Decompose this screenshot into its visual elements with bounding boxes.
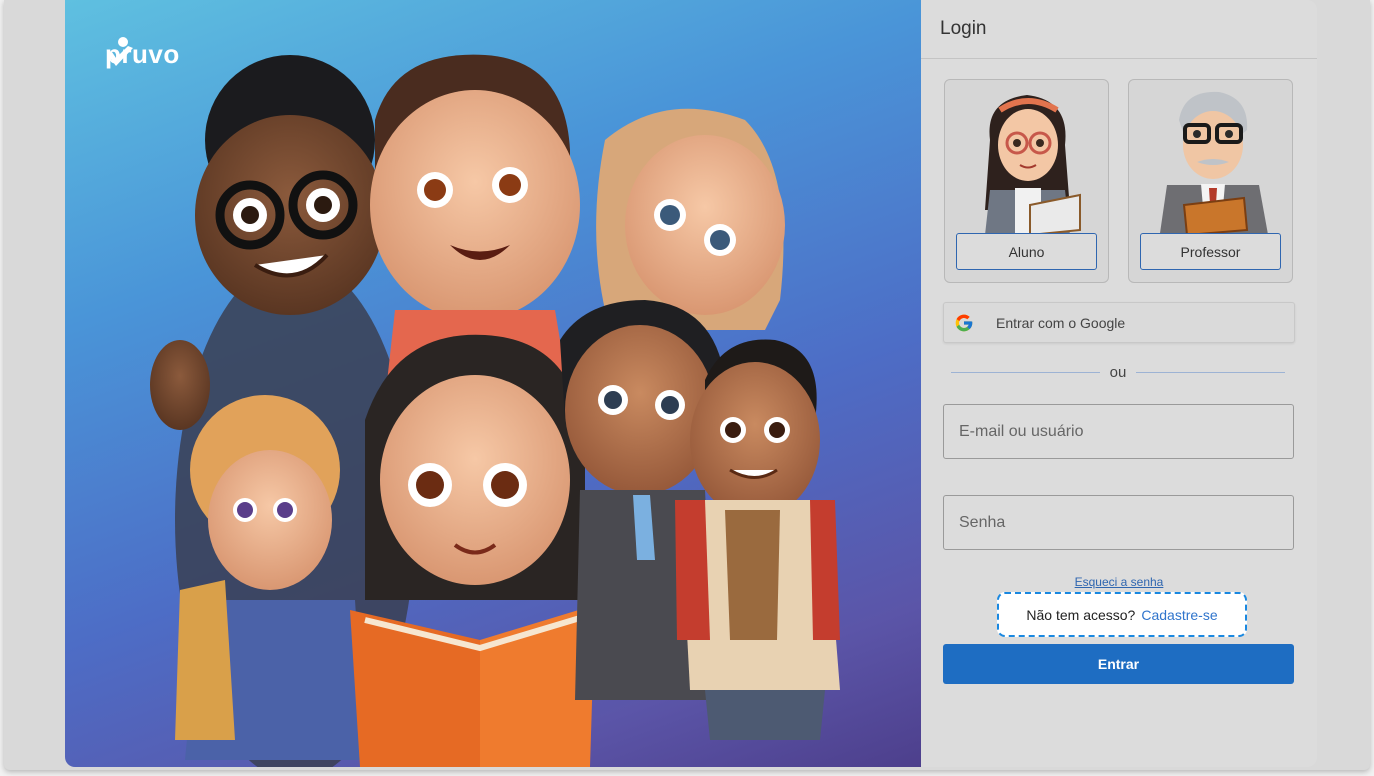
google-g-icon bbox=[955, 314, 973, 331]
page-background: pruvo Login Aluno Professor Entrar com o… bbox=[0, 0, 1374, 776]
divider-line-right bbox=[1136, 371, 1285, 373]
or-divider: ou bbox=[951, 362, 1285, 382]
google-signin-button[interactable]: Entrar com o Google bbox=[943, 302, 1295, 343]
role-button-aluno[interactable]: Aluno bbox=[956, 233, 1097, 270]
panel-header: Login bbox=[921, 0, 1317, 59]
signup-prompt: Não tem acesso? Cadastre-se bbox=[997, 592, 1247, 637]
divider-line-left bbox=[951, 371, 1100, 373]
signup-prompt-text: Não tem acesso? bbox=[1026, 606, 1136, 623]
brand-logo: pruvo bbox=[105, 36, 180, 72]
role-card-aluno[interactable]: Aluno bbox=[944, 79, 1109, 283]
role-card-professor[interactable]: Professor bbox=[1128, 79, 1293, 283]
page-title: Login bbox=[940, 18, 987, 39]
signup-link[interactable]: Cadastre-se bbox=[1141, 607, 1217, 623]
email-field[interactable] bbox=[943, 404, 1294, 459]
divider-text: ou bbox=[1109, 363, 1127, 381]
password-field[interactable] bbox=[943, 495, 1294, 550]
google-signin-label: Entrar com o Google bbox=[996, 314, 1126, 331]
forgot-password-link[interactable]: Esqueci a senha bbox=[921, 575, 1317, 589]
login-card: pruvo Login Aluno Professor Entrar com o… bbox=[4, 0, 1370, 770]
submit-button[interactable]: Entrar bbox=[943, 644, 1294, 684]
login-panel: Login Aluno Professor Entrar com o Googl… bbox=[921, 0, 1317, 767]
characters-illustration bbox=[150, 54, 840, 767]
hero-illustration: pruvo bbox=[65, 0, 921, 767]
role-button-professor[interactable]: Professor bbox=[1140, 233, 1281, 270]
pruvo-check-logo-icon bbox=[107, 37, 133, 66]
